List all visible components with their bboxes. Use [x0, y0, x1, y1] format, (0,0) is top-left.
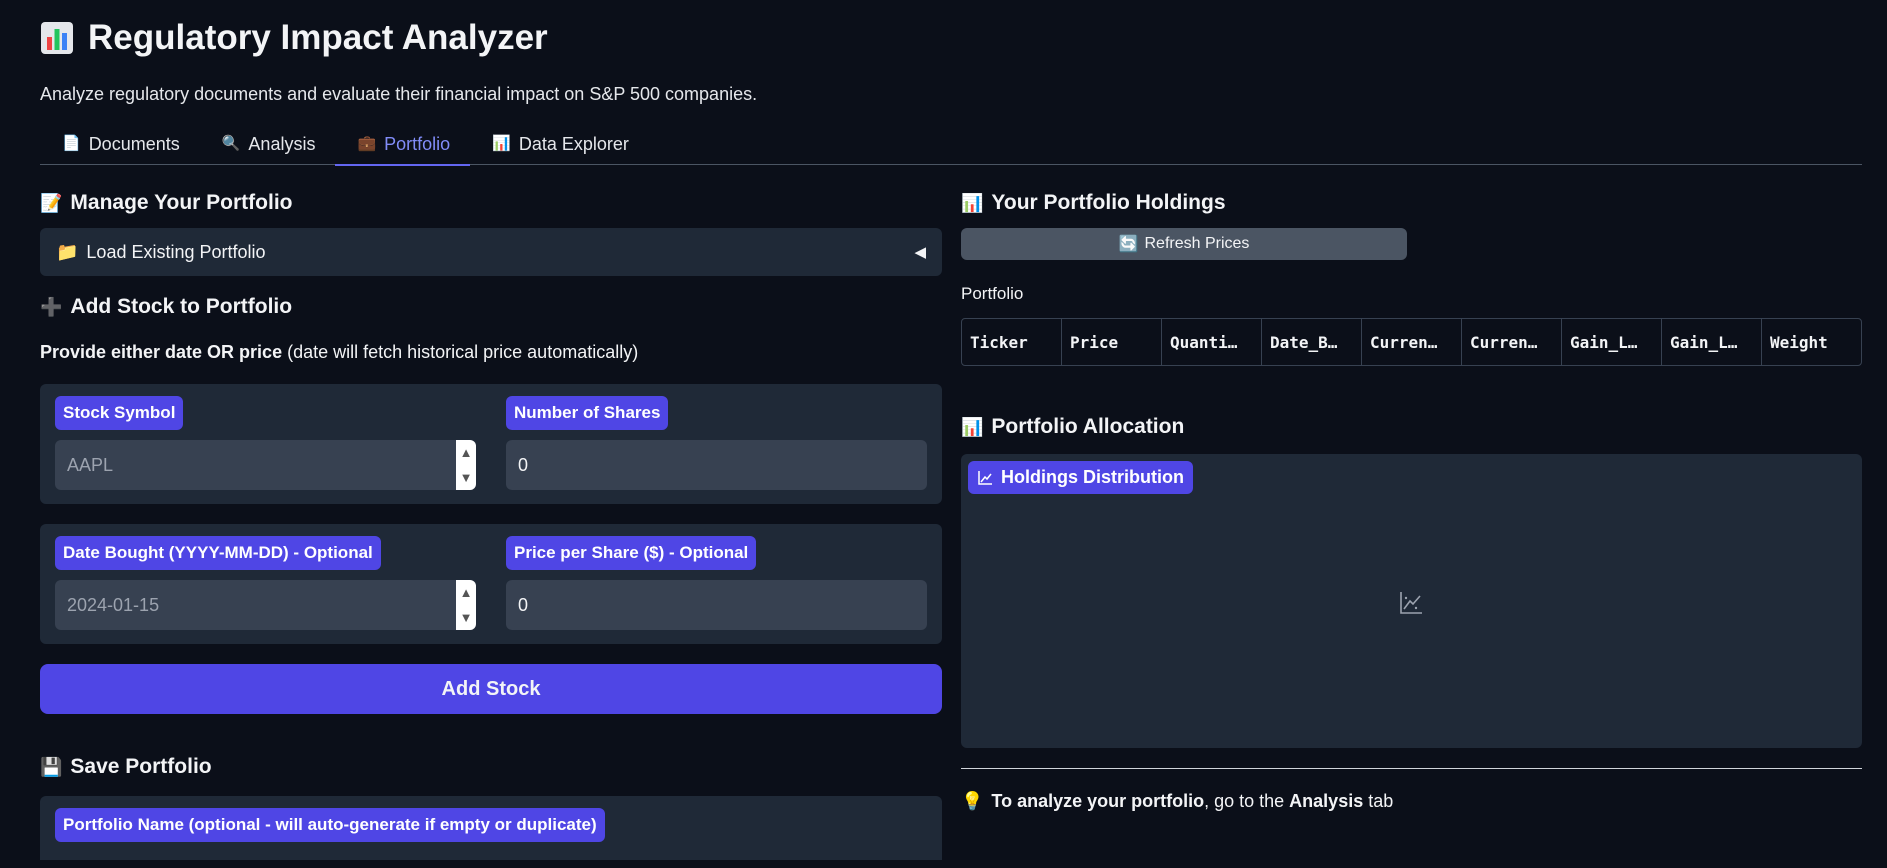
- number-of-shares-field: Number of Shares 0: [506, 396, 927, 490]
- holdings-heading: 📊 Your Portfolio Holdings: [961, 180, 1862, 226]
- tab-label: Documents: [88, 134, 180, 154]
- manage-portfolio-column: 📝 Manage Your Portfolio 📁 Load Existing …: [40, 180, 942, 860]
- spin-down-icon[interactable]: ▼: [460, 610, 473, 625]
- collapse-toggle-icon[interactable]: ◀: [914, 243, 926, 261]
- tab-documents[interactable]: 📄 Documents: [40, 128, 200, 164]
- heading-text: Your Portfolio Holdings: [991, 191, 1226, 214]
- stock-symbol-spinner[interactable]: ▲ ▼: [456, 440, 476, 490]
- document-icon: 📄: [62, 135, 81, 152]
- number-of-shares-label: Number of Shares: [506, 396, 669, 430]
- portfolio-table-label: Portfolio: [961, 284, 1024, 303]
- number-of-shares-value: 0: [518, 454, 529, 475]
- portfolio-table: Ticker Price Quanti… Date_B… Curren… Cur…: [961, 318, 1862, 366]
- load-portfolio-accordion[interactable]: 📁 Load Existing Portfolio ◀: [40, 228, 942, 276]
- tab-data-explorer[interactable]: 📊 Data Explorer: [470, 128, 649, 164]
- number-of-shares-input[interactable]: 0: [506, 440, 927, 490]
- stock-symbol-input[interactable]: AAPL ▲ ▼: [55, 440, 476, 490]
- lightbulb-icon: 💡: [961, 791, 984, 811]
- magnifier-icon: 🔍: [221, 135, 241, 152]
- spin-up-icon[interactable]: ▲: [460, 445, 473, 460]
- plot-label: Holdings Distribution: [968, 461, 1193, 494]
- date-bought-placeholder: 2024-01-15: [67, 594, 160, 615]
- tab-label: Analysis: [248, 134, 316, 154]
- allocation-heading: 📊 Portfolio Allocation: [961, 404, 1862, 450]
- price-per-share-value: 0: [518, 594, 529, 615]
- tab-bar: 📄 Documents 🔍 Analysis 💼 Portfolio 📊 Dat…: [40, 128, 1862, 166]
- date-bought-input[interactable]: 2024-01-15 ▲ ▼: [55, 580, 476, 630]
- divider: [961, 768, 1862, 769]
- column-header-gain-loss[interactable]: Gain_L…: [1562, 319, 1662, 365]
- heading-text: Save Portfolio: [70, 755, 212, 778]
- holdings-distribution-plot: Holdings Distribution: [961, 454, 1862, 748]
- bar-chart-icon: [41, 22, 73, 54]
- spin-down-icon[interactable]: ▼: [460, 470, 473, 485]
- date-bought-spinner[interactable]: ▲ ▼: [456, 580, 476, 630]
- stock-symbol-field: Stock Symbol AAPL ▲ ▼: [55, 396, 476, 490]
- tab-portfolio[interactable]: 💼 Portfolio: [335, 128, 471, 166]
- portfolio-name-label: Portfolio Name (optional - will auto-gen…: [55, 808, 605, 842]
- heading-text: Manage Your Portfolio: [70, 191, 293, 214]
- portfolio-name-field: Portfolio Name (optional - will auto-gen…: [40, 796, 942, 860]
- accordion-label: Load Existing Portfolio: [86, 241, 266, 262]
- bar-chart-icon: 📊: [961, 192, 984, 213]
- column-header-date-bought[interactable]: Date_B…: [1262, 319, 1362, 365]
- spin-up-icon[interactable]: ▲: [460, 585, 473, 600]
- stock-symbol-placeholder: AAPL: [67, 454, 114, 475]
- heading-text: Portfolio Allocation: [991, 415, 1185, 438]
- add-stock-instructions: Provide either date OR price (date will …: [40, 342, 942, 372]
- save-portfolio-heading: 💾 Save Portfolio: [40, 744, 942, 790]
- folder-icon: 📁: [56, 241, 79, 262]
- refresh-icon: 🔄: [1118, 236, 1139, 253]
- tab-label: Data Explorer: [518, 134, 629, 154]
- app-title-text: Regulatory Impact Analyzer: [88, 18, 548, 57]
- instructions-text: (date will fetch historical price automa…: [282, 342, 639, 362]
- floppy-disk-icon: 💾: [40, 756, 63, 777]
- briefcase-icon: 💼: [357, 135, 377, 152]
- column-header-weight[interactable]: Weight: [1762, 319, 1861, 365]
- app-subtitle: Analyze regulatory documents and evaluat…: [40, 84, 758, 104]
- tab-label: Portfolio: [384, 134, 451, 154]
- add-stock-heading: ➕ Add Stock to Portfolio: [40, 284, 942, 330]
- price-per-share-input[interactable]: 0: [506, 580, 927, 630]
- plus-icon: ➕: [40, 296, 63, 317]
- hint-text: To analyze your portfolio, go to the Ana…: [991, 791, 1394, 811]
- column-header-gain-loss-pct[interactable]: Gain_L…: [1662, 319, 1762, 365]
- stock-symbol-label: Stock Symbol: [55, 396, 184, 430]
- memo-icon: 📝: [40, 192, 63, 213]
- empty-plot-icon: [1400, 592, 1422, 614]
- column-header-current-value[interactable]: Curren…: [1462, 319, 1562, 365]
- tab-analysis[interactable]: 🔍 Analysis: [200, 128, 336, 164]
- plot-label-text: Holdings Distribution: [1001, 467, 1184, 487]
- date-price-row: Date Bought (YYYY-MM-DD) - Optional 2024…: [40, 524, 942, 644]
- heading-text: Add Stock to Portfolio: [70, 295, 293, 318]
- refresh-label: Refresh Prices: [1144, 235, 1250, 252]
- refresh-prices-button[interactable]: 🔄 Refresh Prices: [961, 228, 1407, 260]
- bar-chart-icon: 📊: [492, 135, 511, 152]
- add-stock-button[interactable]: Add Stock: [40, 664, 942, 714]
- bar-chart-icon: 📊: [961, 416, 984, 437]
- price-per-share-field: Price per Share ($) - Optional 0: [506, 536, 927, 630]
- date-bought-field: Date Bought (YYYY-MM-DD) - Optional 2024…: [55, 536, 476, 630]
- instructions-bold: Provide either date OR price: [40, 342, 283, 362]
- date-bought-label: Date Bought (YYYY-MM-DD) - Optional: [55, 536, 381, 570]
- column-header-current-price[interactable]: Curren…: [1362, 319, 1462, 365]
- analysis-hint: 💡 To analyze your portfolio, go to the A…: [961, 791, 1862, 812]
- manage-portfolio-heading: 📝 Manage Your Portfolio: [40, 180, 942, 226]
- price-per-share-label: Price per Share ($) - Optional: [506, 536, 757, 570]
- app-title: Regulatory Impact Analyzer: [40, 18, 548, 58]
- holdings-column: 📊 Your Portfolio Holdings 🔄 Refresh Pric…: [961, 180, 1862, 812]
- symbol-shares-row: Stock Symbol AAPL ▲ ▼ Number of Shares 0: [40, 384, 942, 504]
- column-header-ticker[interactable]: Ticker: [962, 319, 1062, 365]
- column-header-price[interactable]: Price: [1062, 319, 1162, 365]
- column-header-quantity[interactable]: Quanti…: [1162, 319, 1262, 365]
- chart-icon: [978, 470, 992, 485]
